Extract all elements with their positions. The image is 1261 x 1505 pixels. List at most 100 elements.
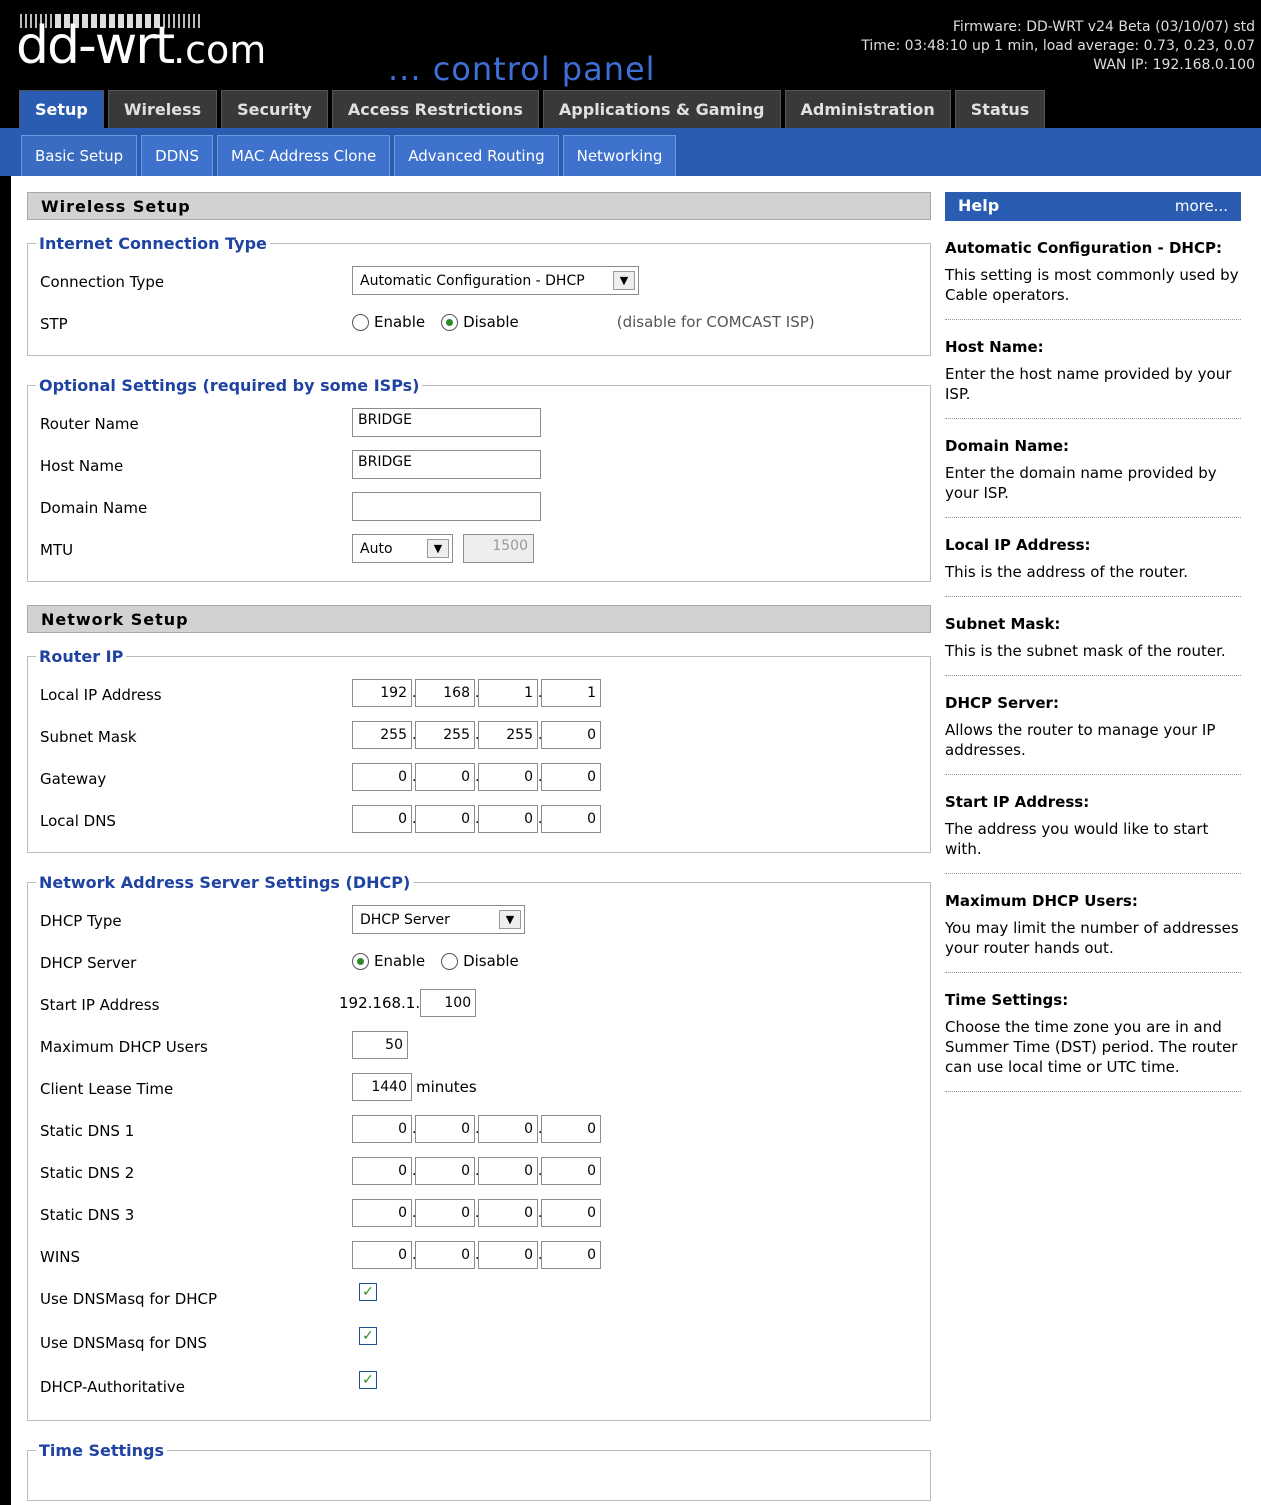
subtab-advanced-routing[interactable]: Advanced Routing: [394, 135, 559, 176]
tab-status[interactable]: Status: [954, 90, 1046, 128]
dnsmasq-dns-label: Use DNSMasq for DNS: [40, 1334, 208, 1352]
tab-applications-gaming[interactable]: Applications & Gaming: [542, 90, 781, 128]
help-item: Maximum DHCP Users: You may limit the num…: [945, 874, 1241, 973]
dns2-octet-2[interactable]: 0: [415, 1157, 475, 1185]
dns2-octet-1[interactable]: 0: [352, 1157, 412, 1185]
help-panel: Help more... Automatic Configuration - D…: [945, 192, 1241, 1092]
dns3-octet-1[interactable]: 0: [352, 1199, 412, 1227]
static-dns-2-label: Static DNS 2: [40, 1164, 135, 1182]
router-info: Firmware: DD-WRT v24 Beta (03/10/07) std…: [861, 18, 1255, 75]
time-settings-fieldset: Time Settings: [27, 1441, 931, 1501]
network-setup-header: Network Setup: [27, 605, 931, 633]
dhcp-authoritative-checkbox[interactable]: ✓: [359, 1371, 377, 1389]
help-item: Host Name: Enter the host name provided b…: [945, 320, 1241, 419]
tab-access-restrictions[interactable]: Access Restrictions: [331, 90, 539, 128]
dns2-octet-3[interactable]: 0: [478, 1157, 538, 1185]
dhcp-fieldset: Network Address Server Settings (DHCP) D…: [27, 873, 931, 1421]
subnet-octet-1[interactable]: 255: [352, 721, 412, 749]
dns3-octet-4[interactable]: 0: [541, 1199, 601, 1227]
max-dhcp-users-input[interactable]: 50: [352, 1031, 408, 1059]
wins-octet-2[interactable]: 0: [415, 1241, 475, 1269]
local-ip-octet-3[interactable]: 1: [478, 679, 538, 707]
gateway-octet-2[interactable]: 0: [415, 763, 475, 791]
dnsmasq-dns-checkbox[interactable]: ✓: [359, 1327, 377, 1345]
local-dns-octet-2[interactable]: 0: [415, 805, 475, 833]
mtu-value-input[interactable]: 1500: [463, 534, 534, 563]
subnet-octet-2[interactable]: 255: [415, 721, 475, 749]
stp-label: STP: [40, 315, 68, 333]
subtab-basic-setup[interactable]: Basic Setup: [21, 135, 138, 176]
dns3-octet-2[interactable]: 0: [415, 1199, 475, 1227]
wins-octet-1[interactable]: 0: [352, 1241, 412, 1269]
dns1-octet-1[interactable]: 0: [352, 1115, 412, 1143]
help-more-link[interactable]: more...: [1175, 192, 1228, 221]
local-ip-label: Local IP Address: [40, 686, 162, 704]
dns1-octet-3[interactable]: 0: [478, 1115, 538, 1143]
local-dns-octet-1[interactable]: 0: [352, 805, 412, 833]
help-item: Domain Name: Enter the domain name provid…: [945, 419, 1241, 518]
host-name-input[interactable]: BRIDGE: [352, 450, 541, 479]
tab-setup[interactable]: Setup: [19, 90, 104, 128]
help-item: DHCP Server: Allows the router to manage …: [945, 676, 1241, 775]
gateway-octet-3[interactable]: 0: [478, 763, 538, 791]
tab-administration[interactable]: Administration: [784, 90, 951, 128]
firmware-text: Firmware: DD-WRT v24 Beta (03/10/07) std: [952, 19, 1255, 35]
dhcp-enable-label: Enable: [374, 952, 426, 970]
gateway-octet-4[interactable]: 0: [541, 763, 601, 791]
domain-name-label: Domain Name: [40, 499, 148, 517]
dns1-octet-2[interactable]: 0: [415, 1115, 475, 1143]
local-ip-octet-4[interactable]: 1: [541, 679, 601, 707]
subnet-octet-4[interactable]: 0: [541, 721, 601, 749]
settings-form: Wireless Setup Internet Connection Type …: [27, 192, 931, 1501]
stp-disable-radio[interactable]: [441, 313, 459, 331]
gateway-label: Gateway: [40, 770, 107, 788]
router-ip-legend: Router IP: [39, 647, 124, 666]
max-dhcp-users-label: Maximum DHCP Users: [40, 1038, 208, 1056]
client-lease-label: Client Lease Time: [40, 1080, 174, 1098]
connection-type-select[interactable]: Automatic Configuration - DHCP ▼: [352, 266, 639, 295]
internet-connection-legend: Internet Connection Type: [39, 234, 267, 253]
domain-name-input[interactable]: [352, 492, 541, 521]
subtab-networking[interactable]: Networking: [562, 135, 677, 176]
wins-octet-3[interactable]: 0: [478, 1241, 538, 1269]
dhcp-legend: Network Address Server Settings (DHCP): [39, 873, 411, 892]
dns1-octet-4[interactable]: 0: [541, 1115, 601, 1143]
help-item: Subnet Mask: This is the subnet mask of t…: [945, 597, 1241, 676]
router-ip-fieldset: Router IP Local IP Address 192. 168. 1. …: [27, 647, 931, 853]
tab-security[interactable]: Security: [221, 90, 328, 128]
logo: dd-wrt.com: [16, 16, 267, 76]
client-lease-input[interactable]: 1440: [352, 1073, 412, 1101]
dhcp-type-select[interactable]: DHCP Server ▼: [352, 905, 525, 934]
dhcp-disable-radio[interactable]: [441, 952, 459, 970]
start-ip-label: Start IP Address: [40, 996, 160, 1014]
dns3-octet-3[interactable]: 0: [478, 1199, 538, 1227]
local-dns-octet-3[interactable]: 0: [478, 805, 538, 833]
local-ip-octet-1[interactable]: 192: [352, 679, 412, 707]
panel-title: ... control panel: [388, 50, 656, 88]
host-name-label: Host Name: [40, 457, 124, 475]
dhcp-authoritative-label: DHCP-Authoritative: [40, 1378, 185, 1396]
stp-enable-radio[interactable]: [352, 313, 369, 331]
subtab-ddns[interactable]: DDNS: [141, 135, 213, 176]
connection-type-label: Connection Type: [40, 273, 165, 291]
wins-octet-4[interactable]: 0: [541, 1241, 601, 1269]
dhcp-enable-radio[interactable]: [352, 952, 369, 970]
tab-wireless[interactable]: Wireless: [107, 90, 218, 128]
mtu-select[interactable]: Auto ▼: [352, 534, 453, 563]
local-ip-octet-2[interactable]: 168: [415, 679, 475, 707]
router-name-label: Router Name: [40, 415, 139, 433]
start-ip-input[interactable]: 100: [420, 989, 477, 1017]
uptime-text: Time: 03:48:10 up 1 min, load average: 0…: [861, 38, 1255, 54]
dns2-octet-4[interactable]: 0: [541, 1157, 601, 1185]
router-name-input[interactable]: BRIDGE: [352, 408, 541, 437]
subtab-mac-address-clone[interactable]: MAC Address Clone: [216, 135, 391, 176]
gateway-octet-1[interactable]: 0: [352, 763, 412, 791]
dhcp-type-label: DHCP Type: [40, 912, 122, 930]
stp-note: (disable for COMCAST ISP): [616, 313, 815, 331]
dnsmasq-dhcp-checkbox[interactable]: ✓: [359, 1283, 377, 1301]
subnet-octet-3[interactable]: 255: [478, 721, 538, 749]
help-item: Start IP Address: The address you would l…: [945, 775, 1241, 874]
local-dns-octet-4[interactable]: 0: [541, 805, 601, 833]
dnsmasq-dhcp-label: Use DNSMasq for DHCP: [40, 1290, 218, 1308]
stp-enable-label: Enable: [374, 313, 426, 331]
